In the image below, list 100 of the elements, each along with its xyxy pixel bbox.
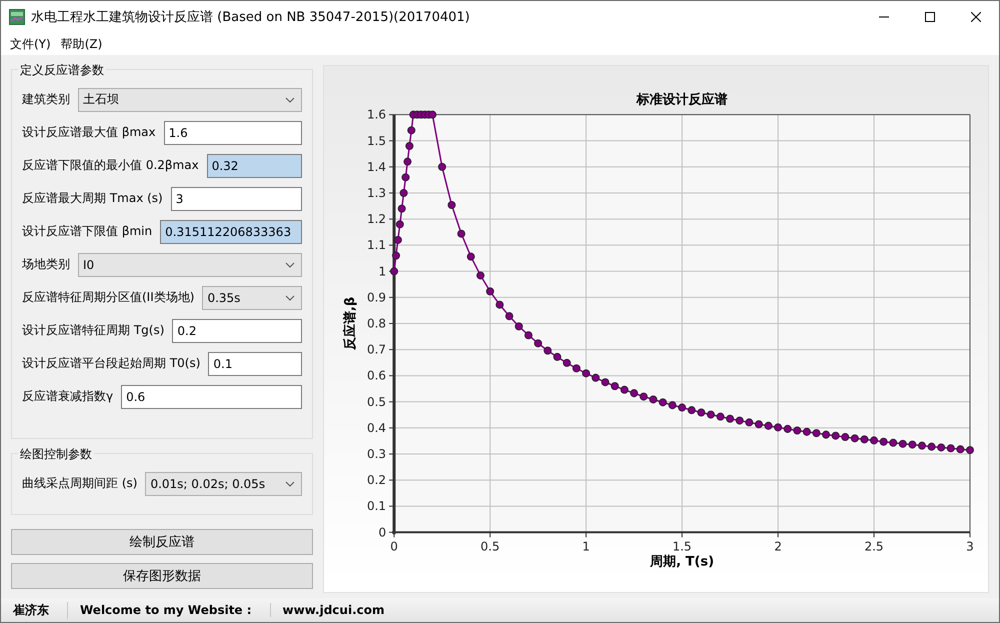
- data-point: [822, 430, 830, 439]
- data-point: [908, 440, 916, 449]
- field-label: 设计反应谱特征周期 Tg(s): [22, 322, 164, 339]
- tick-label: 0.7: [367, 342, 386, 357]
- data-point: [784, 424, 792, 433]
- data-point: [544, 346, 552, 355]
- data-point: [889, 438, 898, 447]
- data-point: [832, 432, 840, 440]
- caret-icon: [285, 96, 295, 102]
- tick-label: 0.4: [367, 420, 386, 435]
- tick-label: 0.3: [367, 447, 386, 461]
- menu-item[interactable]: 文件(Y): [5, 36, 56, 52]
- field-label: 设计反应谱下限值 βmin: [22, 223, 152, 240]
- data-point: [706, 410, 715, 419]
- maximize-icon: [925, 12, 935, 22]
- data-point: [402, 173, 410, 182]
- tick-label: 1.2: [367, 212, 386, 226]
- tick-label: 2.5: [864, 539, 884, 554]
- data-point: [668, 401, 676, 410]
- field-label: 设计反应谱平台段起始周期 T0(s): [22, 355, 200, 372]
- data-point: [956, 445, 964, 454]
- data-point: [946, 444, 955, 452]
- field-label: 建筑类别: [22, 91, 70, 108]
- data-point: [937, 443, 946, 452]
- dropdown-value: 0.01s; 0.02s; 0.05s: [150, 476, 266, 490]
- data-point: [745, 418, 754, 426]
- tick-label: 0.6: [367, 368, 386, 383]
- dropdown[interactable]: 0.01s; 0.02s; 0.05s: [145, 472, 302, 496]
- output-field: 0.32: [206, 154, 302, 178]
- data-point: [514, 322, 523, 330]
- data-point: [390, 267, 398, 276]
- data-point: [658, 398, 667, 406]
- data-point: [726, 414, 734, 423]
- data-point: [678, 404, 686, 412]
- input-field[interactable]: 3: [170, 186, 302, 210]
- input-field[interactable]: 1.6: [164, 120, 302, 144]
- dropdown[interactable]: 0.35s: [202, 286, 302, 310]
- tick-label: 1.1: [367, 238, 386, 252]
- input-field[interactable]: 0.6: [121, 384, 302, 408]
- data-point: [448, 200, 456, 209]
- field-label: 反应谱最大周期 Tmax (s): [22, 190, 163, 207]
- window-title: 水电工程水工建筑物设计反应谱 (Based on NB 35047-2015)(20170401): [31, 9, 471, 26]
- data-point: [850, 434, 859, 442]
- data-point: [610, 382, 619, 390]
- data-point: [400, 188, 408, 197]
- data-point: [562, 358, 571, 367]
- caret-icon: [285, 294, 295, 300]
- data-point: [601, 378, 610, 386]
- dropdown[interactable]: I0: [78, 252, 302, 276]
- data-point: [841, 433, 850, 442]
- data-point: [524, 331, 532, 340]
- tick-label: 0.5: [367, 394, 386, 409]
- data-point: [754, 420, 763, 428]
- data-point: [592, 374, 600, 382]
- data-point: [928, 442, 936, 451]
- data-point: [505, 312, 514, 320]
- tick-label: 1.5: [672, 539, 692, 554]
- data-point: [407, 126, 416, 134]
- tick-label: 2: [774, 539, 782, 554]
- dropdown-value: I0: [83, 258, 94, 272]
- axis-title: 反应谱,β: [343, 296, 358, 350]
- data-point: [582, 369, 590, 378]
- data-point: [396, 220, 404, 228]
- tick-label: 0.1: [367, 499, 386, 514]
- field-label: 曲线采点周期间距 (s): [22, 475, 138, 492]
- dropdown[interactable]: 土石坝: [78, 88, 302, 112]
- menu-item[interactable]: 帮助(Z): [56, 36, 108, 52]
- data-point: [438, 162, 446, 171]
- data-point: [649, 395, 658, 404]
- data-point: [688, 406, 696, 414]
- data-point: [812, 429, 820, 438]
- group-title: 绘图控制参数: [18, 446, 94, 463]
- data-point: [630, 389, 638, 398]
- group-title: 定义反应谱参数: [18, 62, 106, 79]
- data-point: [476, 271, 484, 280]
- chart-title: 标准设计反应谱: [636, 92, 728, 108]
- tick-label: 1: [582, 539, 590, 554]
- tick-label: 0: [390, 539, 398, 554]
- data-point: [496, 300, 504, 309]
- action-button[interactable]: 绘制反应谱: [11, 529, 313, 555]
- data-point: [620, 386, 628, 394]
- action-button[interactable]: 保存图形数据: [11, 563, 313, 589]
- data-point: [534, 339, 542, 348]
- tick-label: 1.6: [367, 108, 386, 122]
- caret-icon: [285, 262, 295, 268]
- input-field[interactable]: 0.1: [208, 352, 302, 376]
- data-point: [860, 435, 868, 444]
- data-point: [466, 252, 475, 261]
- tick-label: 0.5: [480, 539, 500, 554]
- data-point: [736, 416, 744, 425]
- field-label: 场地类别: [22, 256, 70, 273]
- data-point: [898, 440, 907, 448]
- data-point: [793, 426, 802, 435]
- data-point: [966, 446, 974, 454]
- data-point: [572, 364, 580, 372]
- tick-label: 1.5: [367, 134, 386, 148]
- data-point: [392, 252, 400, 260]
- field-label: 设计反应谱最大值 βmax: [22, 124, 156, 141]
- input-field[interactable]: 0.2: [172, 318, 302, 342]
- data-point: [394, 236, 402, 244]
